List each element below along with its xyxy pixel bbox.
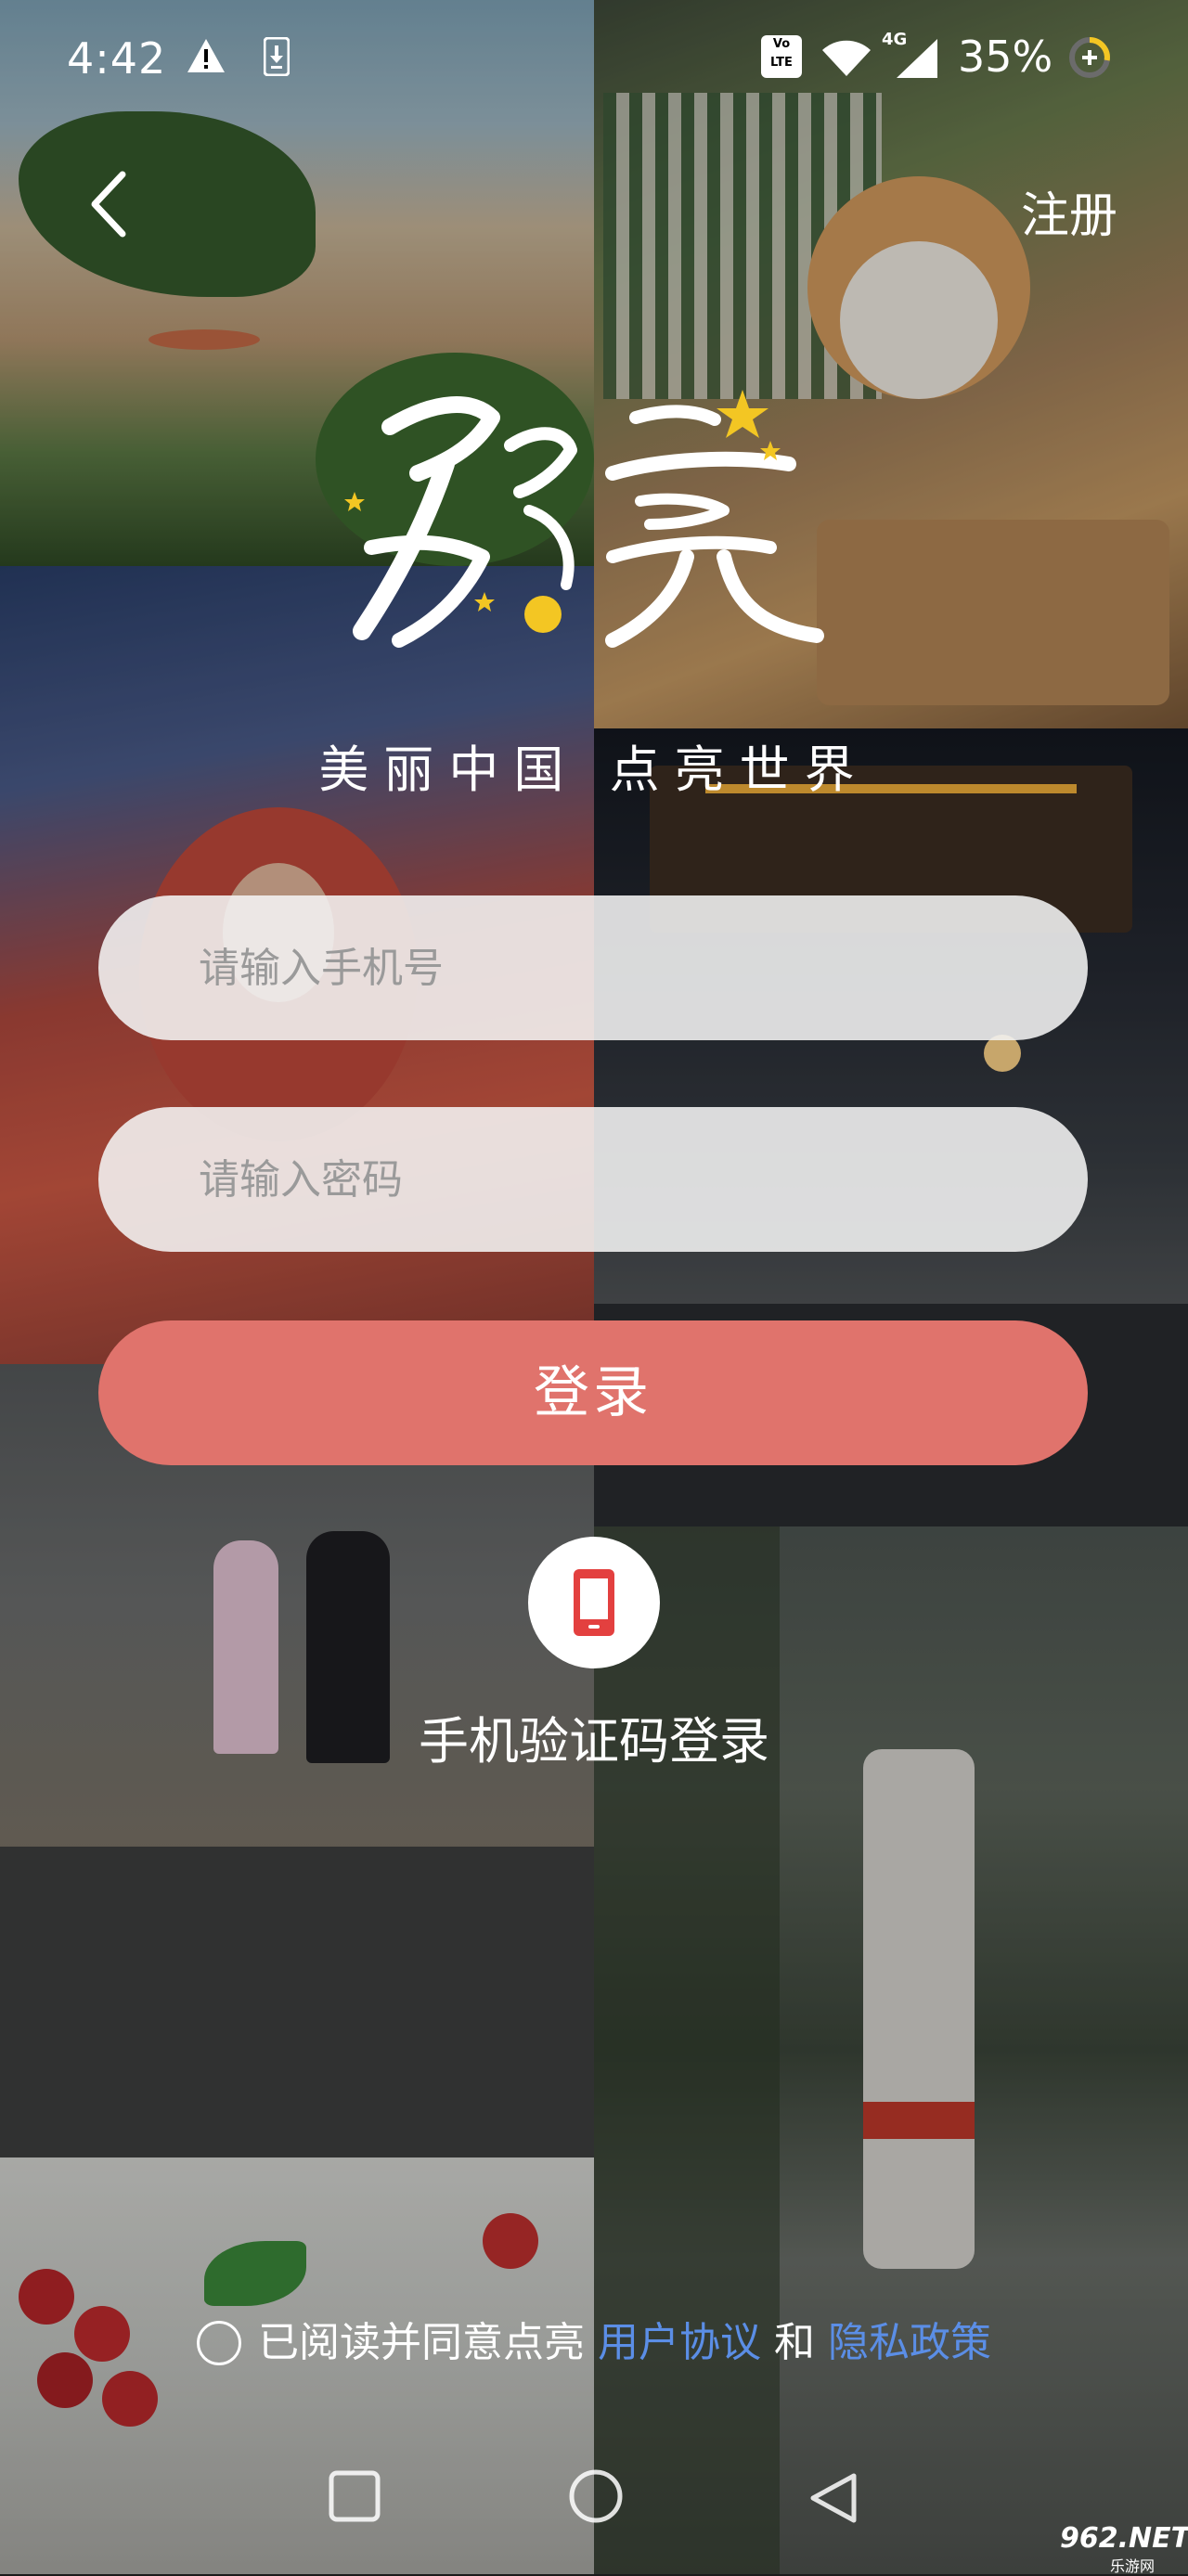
login-button[interactable]: 登录 xyxy=(98,1320,1088,1465)
register-link[interactable]: 注册 xyxy=(1021,176,1117,246)
agreement-connector: 和 xyxy=(774,2319,815,2366)
nav-back-icon[interactable] xyxy=(806,2470,861,2526)
phone-icon xyxy=(574,1569,614,1636)
nav-home-icon[interactable] xyxy=(566,2467,626,2526)
volte-label: Vo LTE xyxy=(770,37,793,70)
phone-input[interactable] xyxy=(98,895,1088,1040)
volte-icon: Vo LTE xyxy=(761,35,802,78)
battery-icon xyxy=(1069,37,1110,78)
agreement-row: 已阅读并同意点亮 用户协议 和 隐私政策 xyxy=(0,2309,1188,2368)
signal-icon xyxy=(897,39,937,78)
status-bar: 4:42 Vo LTE 4G 35% xyxy=(0,0,1188,121)
back-chevron-icon[interactable] xyxy=(82,167,137,241)
agree-radio[interactable] xyxy=(197,2321,241,2365)
password-field[interactable] xyxy=(98,1107,1088,1252)
sms-login-label[interactable]: 手机验证码登录 xyxy=(0,1700,1188,1773)
privacy-policy-link[interactable]: 隐私政策 xyxy=(828,2319,991,2366)
download-icon xyxy=(264,37,290,76)
slogan: 美丽中国 点亮世界 xyxy=(318,741,870,799)
agreement-prefix: 已阅读并同意点亮 xyxy=(258,2319,585,2366)
status-time: 4:42 xyxy=(67,33,167,84)
wifi-icon xyxy=(822,40,871,76)
user-agreement-link[interactable]: 用户协议 xyxy=(598,2319,761,2366)
watermark-sub: 乐游网 xyxy=(1110,2557,1156,2575)
warning-icon xyxy=(187,39,225,72)
sms-login-button[interactable] xyxy=(528,1537,660,1668)
battery-percent: 35% xyxy=(958,32,1053,82)
nav-recent-icon[interactable] xyxy=(327,2468,382,2524)
phone-field[interactable] xyxy=(98,895,1088,1040)
password-input[interactable] xyxy=(98,1107,1088,1252)
system-nav-bar xyxy=(0,2413,1188,2574)
watermark: 962.NET xyxy=(1060,2522,1188,2555)
app-logo xyxy=(344,390,824,648)
